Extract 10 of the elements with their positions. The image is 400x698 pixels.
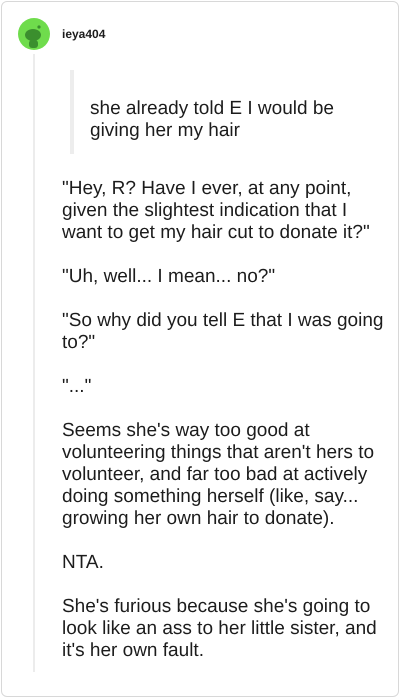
avatar-icon [18,18,50,50]
comment-paragraph: NTA. [62,552,105,574]
comment-paragraph: "Uh, well... I mean... no?" [62,266,276,288]
comment-paragraph: "Hey, R? Have I ever, at any point, given the slightest indication that I want to get my hair cut to donate it?" [62,178,371,244]
quote-text: she already told E I would be giving her my hair [90,97,335,143]
username[interactable]: ieya404 [62,25,106,43]
comment-paragraph: Seems she's way too good at volunteering things that aren't hers to volunteer, and far too bad at actively doing something herself (like, say... growing her own hair to donate). [62,420,376,530]
comment-paragraph: She's furious because she's going to look like an ass to her little sister, and it's her own fault. [62,596,378,662]
comment-paragraph: "..." [62,376,92,398]
comment-paragraph: "So why did you tell E that I was going to?" [62,310,384,354]
